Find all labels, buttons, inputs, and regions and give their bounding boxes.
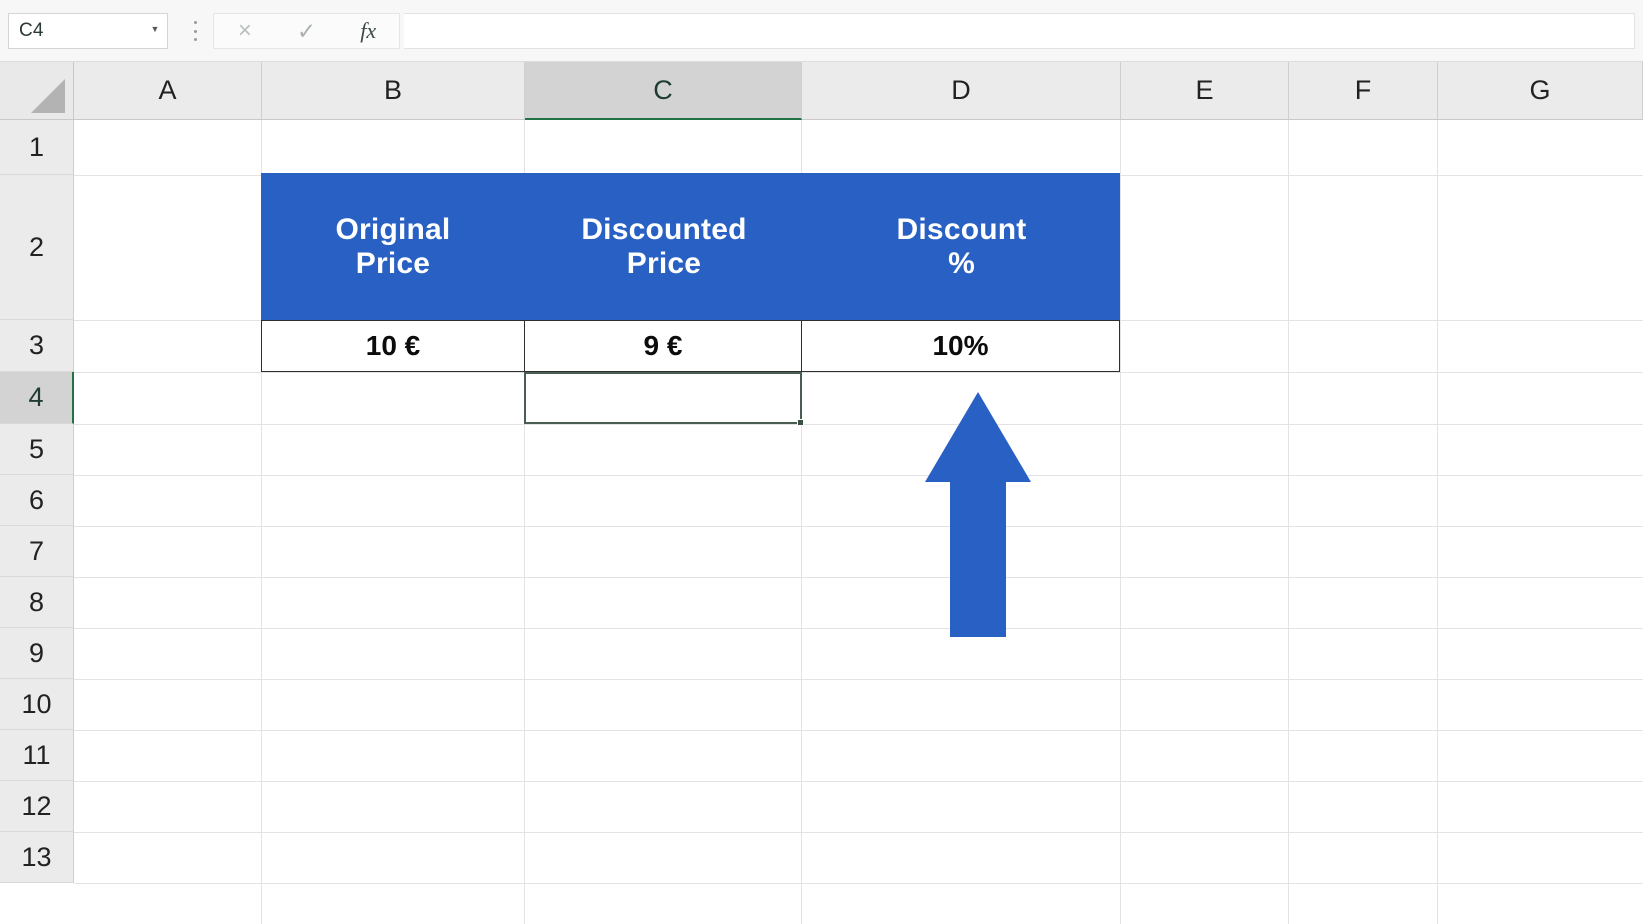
row-header-10-label: 10 <box>21 688 52 719</box>
confirm-check-icon[interactable]: ✓ <box>276 14 338 48</box>
gridline-h-7 <box>74 577 1643 578</box>
table-header-discounted-price-label: Discounted Price <box>581 212 747 280</box>
table-cell-original-price[interactable]: 10 € <box>261 320 525 372</box>
row-header-2-label: 2 <box>28 231 45 262</box>
row-header-8[interactable]: 8 <box>0 577 74 628</box>
cancel-x-icon[interactable]: × <box>214 14 276 48</box>
row-header-6-label: 6 <box>28 484 45 515</box>
gridline-v-EF <box>1288 120 1289 924</box>
table-cell-discounted-price[interactable]: 9 € <box>524 320 802 372</box>
gridline-h-11 <box>74 781 1643 782</box>
column-header-C[interactable]: C <box>525 62 802 120</box>
gridline-h-8 <box>74 628 1643 629</box>
gridline-v-FG <box>1437 120 1438 924</box>
table-header-discounted-price[interactable]: Discounted Price <box>525 173 802 320</box>
gridline-v-DE <box>1120 120 1121 924</box>
row-header-7-label: 7 <box>28 535 45 566</box>
row-header-11-label: 11 <box>22 739 51 770</box>
gridline-h-13 <box>74 883 1643 884</box>
gridline-h-5 <box>74 475 1643 476</box>
column-header-E[interactable]: E <box>1121 62 1289 120</box>
gridline-h-4 <box>74 424 1643 425</box>
gridline-h-6 <box>74 526 1643 527</box>
row-header-11[interactable]: 11 <box>0 730 74 781</box>
row-header-8-label: 8 <box>28 586 45 617</box>
insert-function-glyph: fx <box>360 18 377 43</box>
gridline-h-10 <box>74 730 1643 731</box>
row-header-9[interactable]: 9 <box>0 628 74 679</box>
column-header-B-label: B <box>383 75 402 105</box>
name-box-value: C4 <box>19 20 44 41</box>
column-header-G[interactable]: G <box>1438 62 1643 120</box>
worksheet-grid: A B C D E F G 1 2 3 4 5 6 7 8 9 10 11 12… <box>0 62 1643 924</box>
column-header-A[interactable]: A <box>74 62 262 120</box>
fill-handle[interactable] <box>797 419 804 426</box>
row-header-5-label: 5 <box>28 433 45 464</box>
column-header-D-label: D <box>951 75 971 105</box>
selected-cell-C4[interactable] <box>524 372 802 424</box>
row-header-1[interactable]: 1 <box>0 120 74 175</box>
table-cell-original-price-value: 10 € <box>365 330 421 361</box>
excel-window: C4 ▼ × ✓ fx A B C D E F G 1 2 3 4 5 6 7 … <box>0 0 1643 924</box>
up-arrow-annotation <box>925 392 1031 637</box>
row-header-10[interactable]: 10 <box>0 679 74 730</box>
table-header-original-price-label: Original Price <box>335 212 451 280</box>
table-cell-discount-percent-value: 10% <box>932 330 989 361</box>
formula-bar: C4 ▼ × ✓ fx <box>0 0 1643 62</box>
column-header-B[interactable]: B <box>262 62 525 120</box>
more-options-icon[interactable] <box>186 19 204 43</box>
name-box[interactable]: C4 ▼ <box>8 13 168 49</box>
insert-function-icon[interactable]: fx <box>337 14 399 48</box>
row-header-12-label: 12 <box>21 790 52 821</box>
table-header-discount-percent-label: Discount% <box>896 212 1027 280</box>
table-cell-discount-percent[interactable]: 10% <box>801 320 1120 372</box>
column-header-E-label: E <box>1195 75 1214 105</box>
confirm-check-glyph: ✓ <box>296 17 317 44</box>
row-header-7[interactable]: 7 <box>0 526 74 577</box>
row-header-3-label: 3 <box>28 330 45 360</box>
column-header-A-label: A <box>158 75 177 105</box>
row-header-5[interactable]: 5 <box>0 424 74 475</box>
column-header-D[interactable]: D <box>802 62 1121 120</box>
row-header-13-label: 13 <box>21 841 52 872</box>
chevron-down-icon[interactable]: ▼ <box>143 25 167 37</box>
column-header-C-label: C <box>653 74 673 105</box>
row-header-12[interactable]: 12 <box>0 781 74 832</box>
row-header-6[interactable]: 6 <box>0 475 74 526</box>
row-header-4[interactable]: 4 <box>0 372 74 424</box>
row-header-13[interactable]: 13 <box>0 832 74 883</box>
select-all-corner[interactable] <box>0 62 74 120</box>
formula-input[interactable] <box>404 13 1635 49</box>
row-header-2[interactable]: 2 <box>0 175 74 320</box>
column-header-F-label: F <box>1354 75 1372 105</box>
gridline-h-3 <box>74 372 1643 373</box>
row-header-4-label: 4 <box>28 382 44 412</box>
column-header-F[interactable]: F <box>1289 62 1438 120</box>
row-header-9-label: 9 <box>28 637 45 668</box>
up-arrow-shape <box>925 392 1031 637</box>
formula-action-group: × ✓ fx <box>213 13 400 49</box>
cancel-x-glyph: × <box>237 17 252 44</box>
row-header-1-label: 1 <box>28 131 45 162</box>
gridline-h-12 <box>74 832 1643 833</box>
row-header-3[interactable]: 3 <box>0 320 74 372</box>
table-cell-discounted-price-value: 9 € <box>643 330 683 361</box>
gridline-h-9 <box>74 679 1643 680</box>
column-header-G-label: G <box>1529 75 1551 105</box>
table-header-discount-percent[interactable]: Discount% <box>802 173 1120 320</box>
table-header-original-price[interactable]: Original Price <box>261 173 525 320</box>
